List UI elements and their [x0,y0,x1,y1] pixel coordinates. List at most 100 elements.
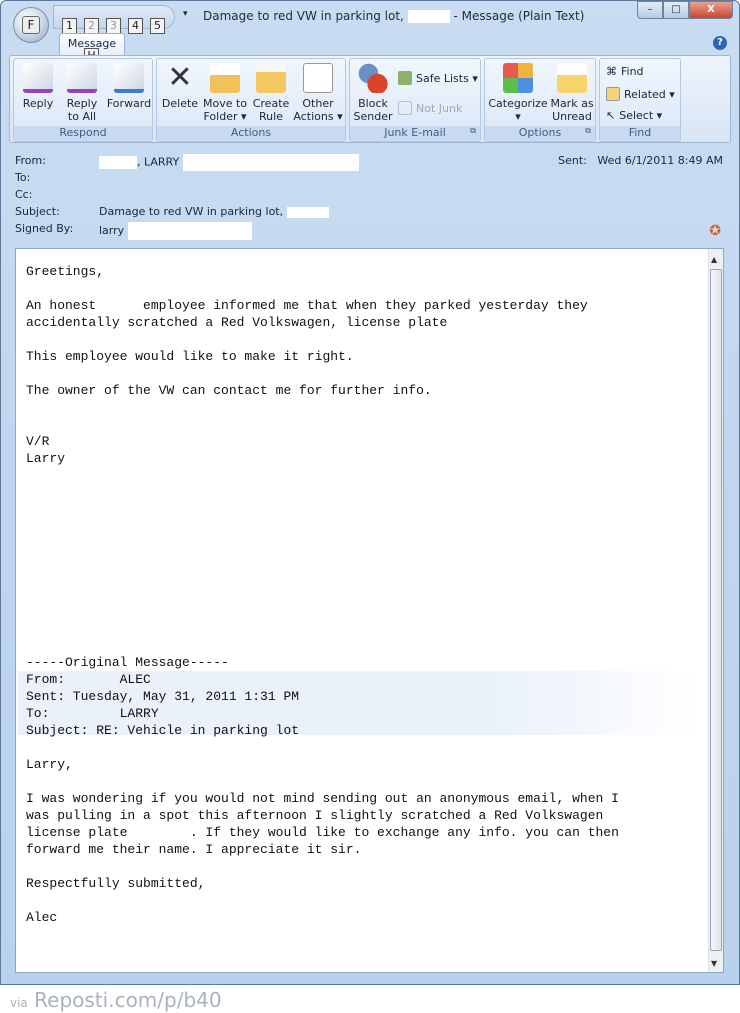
title-suffix: - Message (Plain Text) [453,9,585,23]
label: Related ▾ [624,87,675,101]
watermark-site: Reposti.com/p/b40 [34,988,222,1012]
qat-redo-keytip[interactable]: 3 [106,18,121,34]
scroll-down-icon[interactable]: ▼ [711,959,717,968]
watermark-via: via [10,996,28,1010]
qat-next-keytip[interactable]: 5 [150,18,165,34]
forward-icon [114,63,144,93]
label: Reply to All [66,97,98,123]
related-icon [606,87,620,101]
minimize-button[interactable]: – [637,1,663,19]
help-button[interactable]: ? [713,36,727,50]
delete-button[interactable]: ✕ Delete [161,60,199,111]
group-junk-email: Block Sender Safe Lists ▾ Not Junk Junk … [349,58,481,142]
block-sender-button[interactable]: Block Sender [352,63,394,123]
dialog-launcher-icon[interactable]: ⧉ [470,126,476,136]
sent-row: Sent: Wed 6/1/2011 8:49 AM [558,154,723,167]
redaction [182,154,359,171]
label: Move to Folder ▾ [202,97,248,123]
label: Mark as Unread [550,97,594,123]
vertical-scrollbar[interactable]: ▲ ▼ [708,249,723,972]
safe-lists-button[interactable]: Safe Lists ▾ [398,71,478,85]
envelope-unread-icon [557,63,587,93]
redaction [286,206,329,218]
other-actions-button[interactable]: Other Actions ▾ [293,63,343,123]
group-options: Categorize ▾ Mark as Unread Options ⧉ [484,58,596,142]
from-name: , LARRY [137,155,180,169]
label: Categorize ▾ [488,97,548,123]
ribbon: Reply Reply to All Forward Respond ✕ Dele… [9,55,731,143]
folder-move-icon [210,63,240,93]
label: Safe Lists ▾ [416,71,478,85]
mark-as-unread-button[interactable]: Mark as Unread [549,63,595,123]
select-button[interactable]: ↖ Select ▾ [606,109,662,122]
label: Block Sender [353,97,393,123]
reply-all-button[interactable]: Reply to All [60,63,104,123]
categorize-button[interactable]: Categorize ▾ [487,63,549,123]
keytip-f: F [22,16,40,34]
qat-previous-keytip[interactable]: 4 [128,18,143,34]
label: Forward [106,97,152,110]
move-to-folder-button[interactable]: Move to Folder ▾ [201,63,249,123]
delete-x-icon: ✕ [167,60,193,95]
scroll-up-icon[interactable]: ▲ [711,255,717,264]
window-controls: – □ X [637,1,733,19]
create-rule-button[interactable]: Create Rule [251,63,291,123]
safe-lists-icon [398,71,412,85]
reply-button[interactable]: Reply [18,63,58,110]
message-text: Greetings, An honest employee informed m… [26,264,619,925]
dialog-launcher-icon[interactable]: ⧉ [585,126,591,136]
signed-by-value: larry [99,222,252,240]
message-body[interactable]: Greetings, An honest employee informed m… [15,248,724,973]
office-button[interactable]: F [13,7,49,43]
signer: larry [99,224,125,237]
certificate-ribbon-icon[interactable]: ✪ [709,223,721,239]
title-subject: Damage to red VW in parking lot, [203,9,404,23]
reply-all-icon [67,63,97,93]
related-button[interactable]: Related ▾ [606,87,675,101]
binoculars-icon: ⌘ [606,65,617,78]
not-junk-button[interactable]: Not Junk [398,101,462,115]
label: Select ▾ [619,109,663,122]
group-label: Junk E-mail ⧉ [350,126,480,141]
redaction [407,10,450,23]
group-find: ⌘ Find Related ▾ ↖ Select ▾ Find [599,58,681,142]
qat-save-keytip[interactable]: 1 [62,18,77,34]
block-sender-icon [358,63,388,93]
to-label: To: [15,171,31,184]
redaction [127,222,252,240]
not-junk-icon [398,101,412,115]
from-value[interactable]: , LARRY [99,154,359,171]
qat-undo-keytip[interactable]: 2 [84,18,99,34]
label: Find [621,65,644,78]
signed-by-label: Signed By: [15,222,74,235]
subject-text: Damage to red VW in parking lot, [99,205,284,218]
cursor-icon: ↖ [606,109,616,122]
message-header: From:, LARRY Sent: Wed 6/1/2011 8:49 AM … [9,147,731,245]
label-text: Options [518,126,562,139]
restore-button[interactable]: □ [663,1,689,19]
redaction [99,156,137,169]
sent-value: Wed 6/1/2011 8:49 AM [597,154,723,167]
group-label: Options ⧉ [485,126,595,141]
label: Create Rule [252,97,290,123]
outlook-message-window: F 1 2 3 4 5 ▾ Damage to red VW in parkin… [0,0,740,985]
watermark: via Reposti.com/p/b40 [10,988,222,1012]
label: Not Junk [416,101,463,115]
group-label: Actions [157,126,345,141]
label: Reply [22,97,54,110]
scroll-thumb[interactable] [710,269,722,951]
group-label: Find [600,126,680,141]
qat-customize-icon[interactable]: ▾ [183,9,188,19]
group-respond: Reply Reply to All Forward Respond [13,58,153,142]
quick-access-toolbar: 1 2 3 4 5 [53,5,175,34]
forward-button[interactable]: Forward [106,63,152,110]
window-title: Damage to red VW in parking lot, - Messa… [203,9,584,23]
reply-icon [23,63,53,93]
create-rule-icon [256,63,286,93]
title-bar: F 1 2 3 4 5 ▾ Damage to red VW in parkin… [1,1,739,43]
label-text: Junk E-mail [384,126,446,139]
group-actions: ✕ Delete Move to Folder ▾ Create Rule Oth… [156,58,346,142]
find-button[interactable]: ⌘ Find [606,65,644,78]
close-button[interactable]: X [689,1,733,19]
subject-value: Damage to red VW in parking lot, [99,205,329,218]
